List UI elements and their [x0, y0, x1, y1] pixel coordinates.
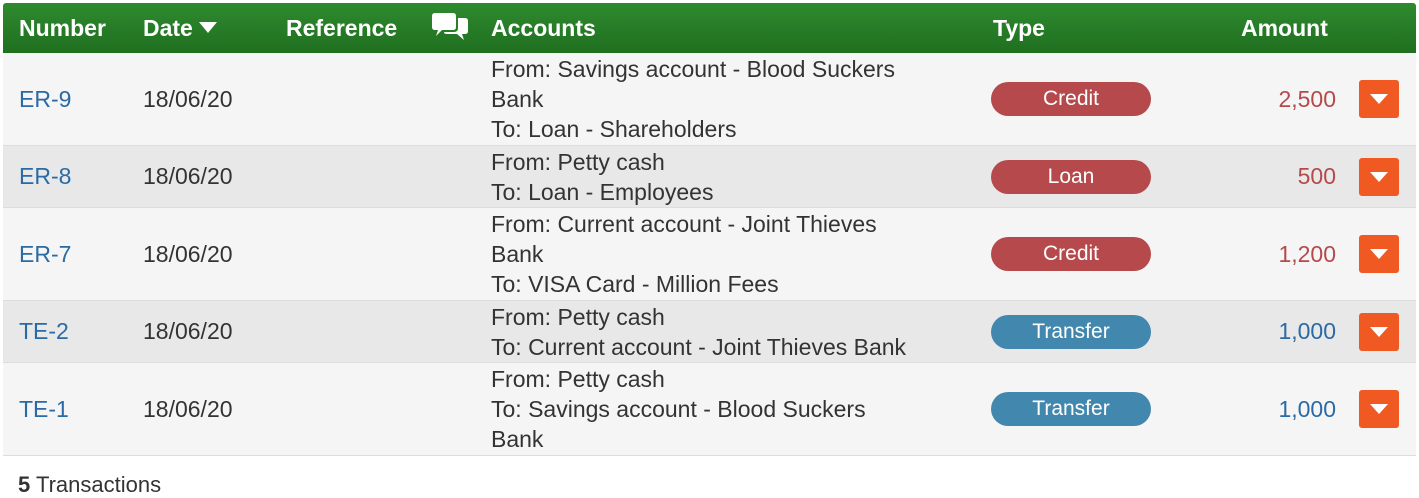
transactions-count-number: 5 [18, 472, 31, 497]
account-line: To: Loan - Employees [491, 178, 714, 205]
transaction-type: Credit [991, 53, 1151, 145]
transaction-amount: 1,000 [1278, 318, 1336, 344]
column-header-date[interactable]: Date [143, 3, 217, 53]
transaction-date: 18/06/20 [143, 318, 233, 344]
transaction-date: 18/06/20 [143, 85, 233, 112]
transaction-type: Loan [991, 146, 1151, 207]
caret-down-icon [1370, 249, 1388, 259]
column-header-number[interactable]: Number [19, 3, 106, 53]
type-badge: Transfer [991, 392, 1151, 426]
transaction-number-link[interactable]: ER-9 [19, 53, 71, 145]
transaction-number-link[interactable]: TE-1 [19, 363, 69, 455]
type-badge: Transfer [991, 314, 1151, 349]
transaction-amount: 2,500 [1278, 85, 1336, 112]
row-menu-button[interactable] [1359, 390, 1399, 428]
transaction-accounts: From: Petty cash To: Savings account - B… [491, 363, 971, 455]
row-actions [1359, 208, 1399, 300]
table-body: ER-9 18/06/20 From: Savings account - Bl… [3, 53, 1416, 456]
column-header-amount[interactable]: Amount [1241, 3, 1328, 53]
caret-down-icon [1370, 404, 1388, 414]
transaction-accounts: From: Current account - Joint Thieves Ba… [491, 208, 971, 300]
transaction-amount: 500 [1297, 163, 1336, 189]
account-line: To: VISA Card - Million Fees [491, 271, 779, 297]
account-line: From: Petty cash [491, 366, 665, 392]
transactions-count-label: Transactions [35, 472, 162, 497]
sort-desc-icon [198, 22, 217, 34]
transaction-number-link[interactable]: ER-8 [19, 146, 71, 207]
row-actions [1359, 301, 1399, 362]
row-actions [1359, 146, 1399, 207]
account-line: From: Petty cash [491, 148, 665, 175]
transaction-type: Transfer [991, 363, 1151, 455]
account-line: Bank [491, 426, 544, 452]
column-header-type[interactable]: Type [993, 3, 1045, 53]
type-badge: Credit [991, 82, 1151, 116]
account-line: To: Loan - Shareholders [491, 116, 737, 142]
row-menu-button[interactable] [1359, 80, 1399, 118]
account-line: Bank [491, 86, 544, 112]
type-badge: Credit [991, 237, 1151, 271]
column-header-date-label: Date [143, 15, 193, 41]
transaction-accounts: From: Petty cash To: Current account - J… [491, 301, 971, 362]
account-line: From: Petty cash [491, 303, 665, 330]
transaction-number-link[interactable]: ER-7 [19, 208, 71, 300]
account-line: From: Current account - Joint Thieves [491, 211, 877, 237]
account-line: Bank [491, 241, 544, 267]
transaction-type: Transfer [991, 301, 1151, 362]
caret-down-icon [1370, 171, 1388, 182]
row-menu-button[interactable] [1359, 157, 1399, 196]
transaction-date: 18/06/20 [143, 163, 233, 189]
row-menu-button[interactable] [1359, 312, 1399, 351]
row-actions [1359, 53, 1399, 145]
table-row[interactable]: ER-9 18/06/20 From: Savings account - Bl… [3, 53, 1416, 146]
transaction-number-link[interactable]: TE-2 [19, 301, 69, 362]
table-header: Number Date Reference Accounts Type Amou… [3, 3, 1416, 53]
row-actions [1359, 363, 1399, 455]
type-badge: Loan [991, 159, 1151, 194]
transaction-date: 18/06/20 [143, 240, 233, 267]
account-line: From: Savings account - Blood Suckers [491, 56, 895, 82]
account-line: To: Savings account - Blood Suckers [491, 396, 866, 422]
row-menu-button[interactable] [1359, 235, 1399, 273]
transaction-type: Credit [991, 208, 1151, 300]
table-row[interactable]: TE-2 18/06/20 From: Petty cash To: Curre… [3, 301, 1416, 363]
transaction-accounts: From: Savings account - Blood Suckers Ba… [491, 53, 971, 145]
transaction-accounts: From: Petty cash To: Loan - Employees [491, 146, 971, 207]
table-row[interactable]: ER-7 18/06/20 From: Current account - Jo… [3, 208, 1416, 301]
caret-down-icon [1370, 326, 1388, 337]
account-line: To: Current account - Joint Thieves Bank [491, 333, 907, 360]
speech-bubbles-icon[interactable] [431, 10, 469, 44]
column-header-reference[interactable]: Reference [286, 3, 397, 53]
transaction-date: 18/06/20 [143, 395, 233, 422]
transactions-count: 5 Transactions [18, 472, 161, 498]
transaction-amount: 1,200 [1278, 240, 1336, 267]
table-row[interactable]: TE-1 18/06/20 From: Petty cash To: Savin… [3, 363, 1416, 456]
caret-down-icon [1370, 94, 1388, 104]
table-row[interactable]: ER-8 18/06/20 From: Petty cash To: Loan … [3, 146, 1416, 208]
column-header-accounts[interactable]: Accounts [491, 3, 596, 53]
transactions-table: Number Date Reference Accounts Type Amou… [3, 3, 1416, 456]
transaction-amount: 1,000 [1278, 395, 1336, 422]
